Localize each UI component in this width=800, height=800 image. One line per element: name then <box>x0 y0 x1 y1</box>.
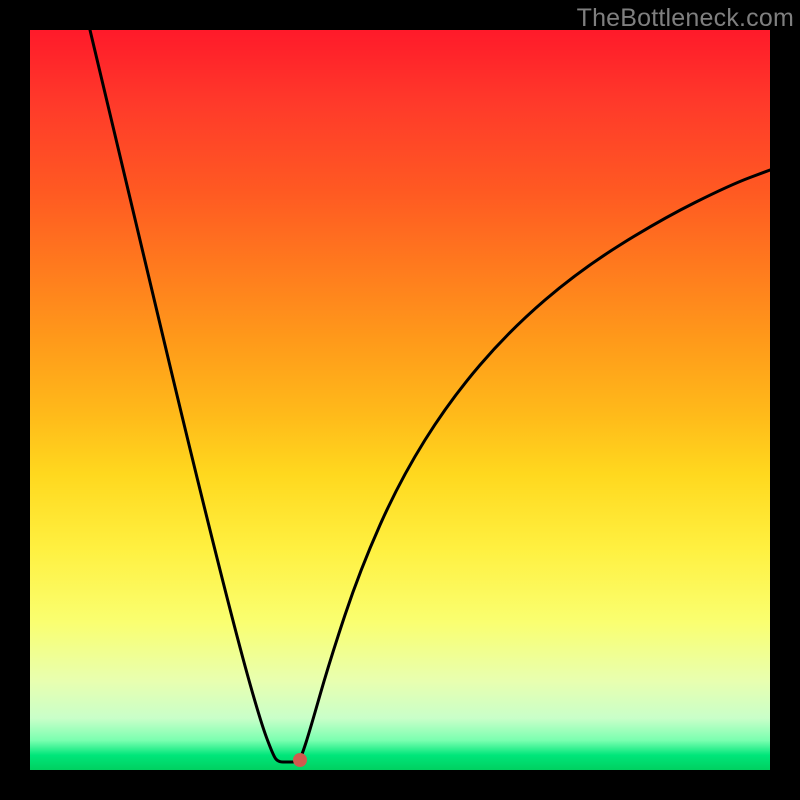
plot-area <box>30 30 770 770</box>
watermark-label: TheBottleneck.com <box>577 4 794 33</box>
chart-frame: TheBottleneck.com <box>0 0 800 800</box>
optimal-point-marker <box>293 753 307 767</box>
bottleneck-curve <box>30 30 770 770</box>
